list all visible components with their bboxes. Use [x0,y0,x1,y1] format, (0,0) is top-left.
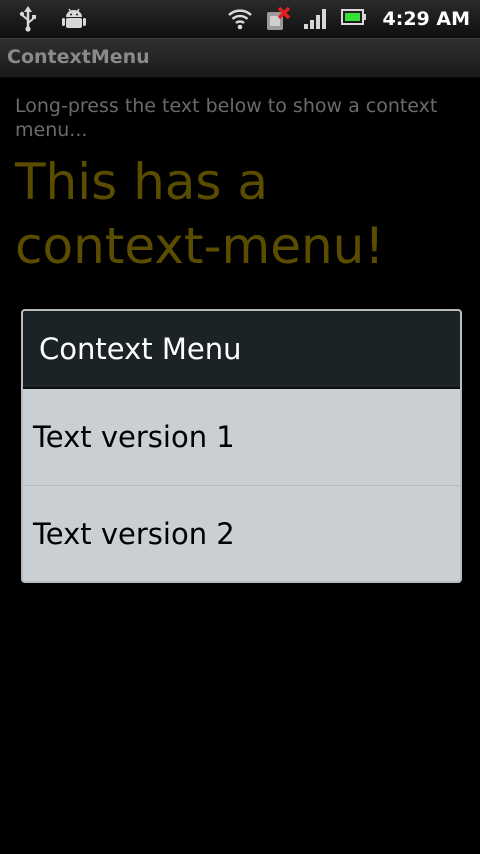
menu-item-text-version-2[interactable]: Text version 2 [23,486,460,581]
menu-item-text-version-1[interactable]: Text version 1 [23,389,460,485]
app-title: ContextMenu [7,46,150,68]
menu-item-label: Text version 2 [33,517,235,551]
dialog-title: Context Menu [39,332,242,366]
app-title-bar: ContextMenu [0,38,480,78]
hint-text: Long-press the text below to show a cont… [15,95,438,141]
dialog-header: Context Menu [23,311,460,389]
context-menu-dialog: Context Menu Text version 1 Text version… [21,309,462,583]
context-menu-target-text[interactable]: This has a context-menu! [15,150,475,278]
android-debug-icon [62,6,88,32]
battery-icon [340,6,367,32]
status-bar: 4:29 AM [0,0,480,38]
usb-icon [18,6,44,32]
signal-icon [303,6,329,32]
sim-error-icon [265,6,291,32]
wifi-icon [227,6,253,32]
clock: 4:29 AM [382,8,471,30]
menu-item-label: Text version 1 [33,420,235,454]
